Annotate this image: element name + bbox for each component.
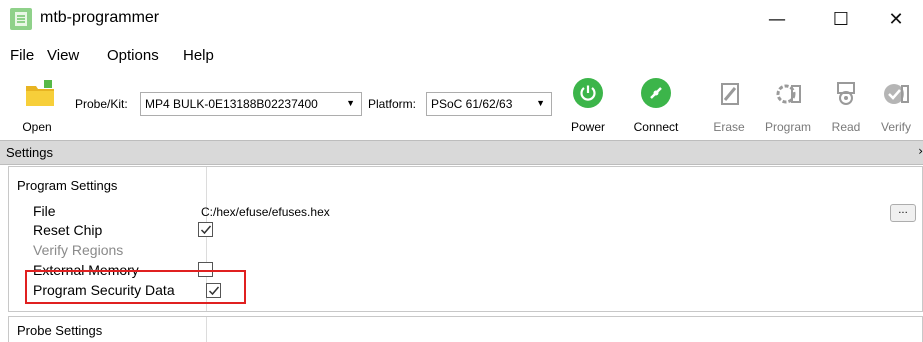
window-title: mtb-programmer (40, 9, 160, 26)
menu-options[interactable]: Options (107, 47, 159, 64)
chevron-down-icon: ▼ (536, 98, 545, 108)
app-icon (10, 8, 32, 30)
platform-value: PSoC 61/62/63 (431, 97, 513, 111)
power-icon (573, 78, 603, 108)
program-icon (776, 84, 801, 104)
maximize-button[interactable]: ☐ (818, 0, 864, 38)
read-icon (837, 82, 855, 105)
folder-icon (26, 80, 54, 106)
read-button[interactable]: Read (826, 74, 866, 138)
menu-help[interactable]: Help (183, 47, 214, 64)
collapse-icon[interactable]: › (918, 144, 923, 158)
settings-title: Settings (6, 145, 53, 160)
highlight-box (25, 270, 246, 304)
column-divider (206, 317, 207, 342)
reset-chip-checkbox[interactable] (198, 222, 213, 237)
erase-button[interactable]: Erase (708, 74, 750, 138)
probe-kit-select[interactable]: MP4 BULK-0E13188B02237400 ▼ (140, 92, 362, 116)
file-path-value[interactable]: C:/hex/efuse/efuses.hex (201, 205, 330, 219)
platform-label: Platform: (368, 97, 417, 111)
read-label: Read (831, 120, 861, 134)
verify-label: Verify (880, 120, 911, 134)
toolbar: Open Probe/Kit: MP4 BULK-0E13188B0223740… (0, 74, 923, 138)
file-label: File (33, 203, 56, 219)
erase-icon (721, 83, 739, 105)
open-label: Open (22, 120, 52, 134)
open-button[interactable]: Open (10, 74, 64, 138)
menu-bar: File View Options Help (0, 44, 923, 68)
verify-button[interactable]: Verify (872, 74, 920, 138)
platform-select[interactable]: PSoC 61/62/63 ▼ (426, 92, 552, 116)
browse-button[interactable]: ... (890, 204, 916, 222)
power-button[interactable]: Power (566, 74, 610, 138)
settings-header: Settings › (0, 140, 923, 165)
power-label: Power (570, 120, 605, 134)
verify-icon (884, 84, 909, 104)
title-bar: mtb-programmer — ☐ ✕ (0, 0, 923, 39)
program-button[interactable]: Program (758, 74, 818, 138)
close-button[interactable]: ✕ (873, 0, 919, 38)
probe-settings-panel: Probe Settings (8, 316, 923, 342)
menu-file[interactable]: File (10, 47, 34, 64)
program-label: Program (764, 120, 811, 134)
probe-kit-value: MP4 BULK-0E13188B02237400 (145, 97, 318, 111)
connect-label: Connect (633, 120, 679, 134)
checkmark-icon (200, 225, 212, 235)
chevron-down-icon: ▼ (346, 98, 355, 108)
connect-icon (641, 78, 671, 108)
menu-view[interactable]: View (47, 47, 79, 64)
program-settings-title: Program Settings (17, 178, 118, 193)
minimize-button[interactable]: — (754, 0, 800, 38)
verify-regions-label: Verify Regions (33, 242, 124, 258)
reset-chip-label: Reset Chip (33, 222, 103, 238)
probe-kit-label: Probe/Kit: (75, 97, 128, 111)
connect-button[interactable]: Connect (626, 74, 686, 138)
erase-label: Erase (713, 120, 745, 134)
probe-settings-title: Probe Settings (17, 323, 103, 338)
